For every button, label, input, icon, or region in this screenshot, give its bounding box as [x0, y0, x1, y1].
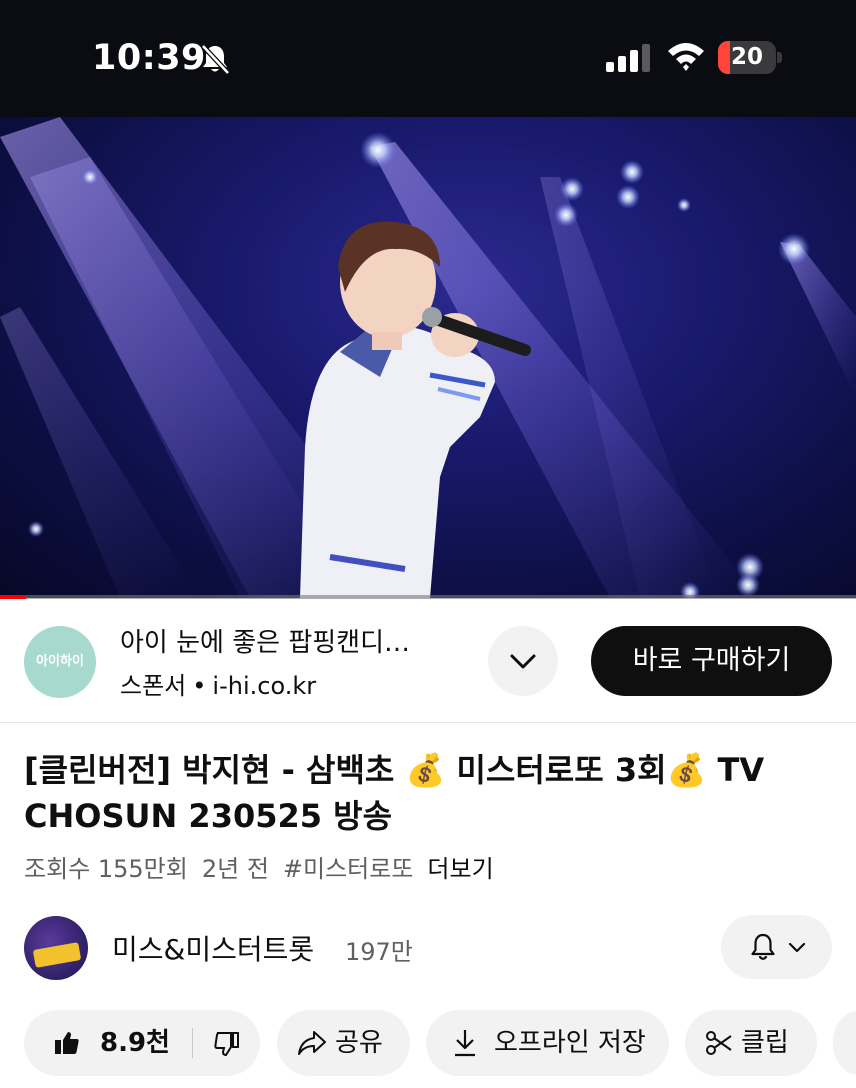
wifi-icon — [668, 43, 704, 71]
ad-title[interactable]: 아이 눈에 좋은 팝핑캔디… — [120, 622, 460, 659]
like-separator — [192, 1028, 193, 1058]
channel-name[interactable]: 미스&미스터트롯 — [112, 928, 314, 968]
share-label: 공유 — [335, 1028, 383, 1058]
share-button[interactable]: 공유 — [277, 1010, 410, 1076]
more-link[interactable]: 더보기 — [427, 855, 493, 883]
status-time: 10:39 — [92, 38, 206, 78]
view-count: 조회수 155만회 — [24, 855, 188, 883]
download-button[interactable]: 오프라인 저장 — [426, 1010, 669, 1076]
video-meta[interactable]: 조회수 155만회 2년 전 #미스터로또 더보기 — [24, 849, 494, 884]
signal-icon — [606, 44, 650, 72]
status-bar: 10:39 20 — [0, 0, 856, 117]
battery-icon: 20 — [718, 41, 782, 74]
clip-label: 클립 — [741, 1028, 789, 1058]
avatar-logo-mark — [32, 942, 82, 968]
notification-button[interactable] — [721, 915, 832, 979]
clip-button[interactable]: 클립 — [685, 1010, 817, 1076]
more-actions-button[interactable] — [833, 1010, 856, 1076]
video-frame — [0, 117, 856, 598]
download-icon — [455, 1030, 475, 1057]
like-dislike-group: 8.9천 — [24, 1010, 260, 1076]
video-player[interactable] — [0, 117, 856, 598]
upload-age: 2년 전 — [201, 855, 269, 883]
ad-cta-button[interactable]: 바로 구매하기 — [591, 626, 832, 696]
channel-avatar[interactable] — [24, 916, 88, 980]
thumbs-up-icon[interactable] — [54, 1030, 80, 1056]
divider — [0, 722, 856, 723]
share-icon — [298, 1031, 326, 1055]
scissors-icon — [706, 1031, 732, 1055]
battery-percent: 20 — [730, 44, 763, 70]
hashtag-link[interactable]: #미스터로또 — [283, 855, 414, 883]
bell-off-icon — [201, 44, 230, 75]
bell-icon — [751, 933, 775, 960]
video-progress-bar[interactable] — [0, 595, 856, 599]
video-progress-fill — [0, 595, 26, 599]
ad-expand-button[interactable] — [488, 626, 558, 696]
thumbs-down-icon[interactable] — [214, 1031, 240, 1057]
ad-domain: i-hi.co.kr — [212, 672, 317, 700]
chevron-down-icon — [510, 654, 536, 669]
video-title[interactable]: [클린버전] 박지현 - 삼백초 💰 미스터로또 3회💰 TV CHOSUN 2… — [24, 747, 824, 839]
subscriber-count: 197만 — [345, 938, 413, 966]
ad-logo[interactable]: 아이하이 — [24, 626, 96, 698]
like-count[interactable]: 8.9천 — [100, 1010, 170, 1076]
ad-separator: • — [192, 672, 207, 700]
download-label: 오프라인 저장 — [494, 1028, 646, 1058]
chevron-down-icon — [788, 942, 806, 953]
ad-sponsor-label: 스폰서 — [120, 672, 187, 700]
ad-meta: 스폰서 • i-hi.co.kr — [120, 666, 316, 701]
